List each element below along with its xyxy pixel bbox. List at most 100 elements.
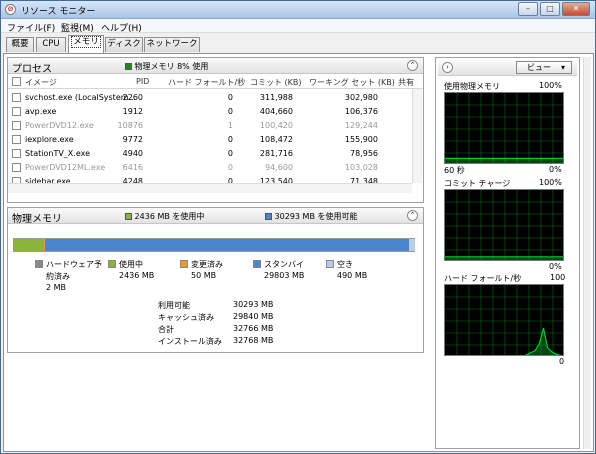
row-checkbox[interactable] bbox=[12, 121, 21, 130]
in-use-summary-text: 2436 MB を使用中 bbox=[134, 212, 205, 221]
legend-in-use-value: 2436 MB bbox=[119, 271, 155, 280]
cell-name: PowerDVD12ML.exe bbox=[25, 163, 106, 172]
row-checkbox[interactable] bbox=[12, 149, 21, 158]
col-commit[interactable]: コミット (KB) bbox=[250, 77, 302, 88]
legend-standby-label: スタンバイ bbox=[264, 260, 304, 269]
tab-disk[interactable]: ディスク bbox=[105, 37, 143, 52]
legend-in-use-swatch bbox=[108, 260, 116, 268]
physical-memory-color bbox=[125, 63, 132, 70]
graph-toolbar: › ビュー ▾ bbox=[438, 60, 577, 76]
row-checkbox[interactable] bbox=[12, 107, 21, 116]
legend-hardware-label: ハードウェア予約済み bbox=[46, 260, 102, 281]
table-row[interactable]: iexplore.exe 9772 0 108,472 155,900 bbox=[8, 133, 413, 147]
view-dropdown[interactable]: ビュー ▾ bbox=[516, 61, 572, 74]
cell-pid: 4940 bbox=[122, 149, 143, 158]
legend-in-use-label: 使用中 bbox=[119, 260, 143, 269]
cell-ws: 106,376 bbox=[344, 107, 378, 116]
table-row[interactable]: PowerDVD12ML.exe 6416 0 94,600 103,028 bbox=[8, 161, 413, 175]
graph-area bbox=[445, 256, 563, 260]
graph-hard-faults bbox=[444, 284, 564, 356]
tab-overview[interactable]: 概要 bbox=[6, 37, 34, 52]
stat-total-label: 合計 bbox=[158, 325, 174, 334]
graph1-time: 60 秒 bbox=[444, 166, 465, 175]
collapse-process-button[interactable]: ⌃ bbox=[407, 60, 418, 71]
cell-commit: 108,472 bbox=[259, 135, 293, 144]
graph-commit-charge bbox=[444, 189, 564, 261]
tab-cpu[interactable]: CPU bbox=[36, 37, 66, 52]
graph1-min: 0% bbox=[549, 165, 562, 174]
cell-commit: 404,660 bbox=[259, 107, 293, 116]
tab-memory-label: メモリ bbox=[71, 36, 101, 48]
cell-hf: 0 bbox=[227, 107, 233, 116]
cell-commit: 281,716 bbox=[259, 149, 293, 158]
title-bar: ⊘ リソース モニター – □ ✕ bbox=[1, 1, 595, 19]
minimize-button[interactable]: – bbox=[518, 2, 538, 16]
graph-area bbox=[445, 158, 563, 163]
collapse-memory-button[interactable]: ⌃ bbox=[407, 210, 418, 221]
row-checkbox[interactable] bbox=[12, 135, 21, 144]
legend-hardware-swatch bbox=[35, 260, 43, 268]
cell-ws: 78,956 bbox=[350, 149, 378, 158]
row-checkbox[interactable] bbox=[12, 93, 21, 102]
in-use-color bbox=[125, 213, 132, 220]
menu-help[interactable]: ヘルプ(H) bbox=[101, 21, 142, 34]
process-summary: 物理メモリ 8% 使用 bbox=[125, 61, 208, 72]
process-horizontal-scrollbar[interactable] bbox=[8, 183, 412, 193]
table-row[interactable]: StationTV_X.exe 4940 0 281,716 78,956 bbox=[8, 147, 413, 161]
tab-memory[interactable]: メモリ bbox=[68, 35, 104, 53]
physical-memory-section: 物理メモリ 2436 MB を使用中 30293 MB を使用可能 ⌃ ハードウ… bbox=[7, 207, 424, 353]
table-row[interactable]: avp.exe 1912 0 404,660 106,376 bbox=[8, 105, 413, 119]
memory-header[interactable]: 物理メモリ 2436 MB を使用中 30293 MB を使用可能 ⌃ bbox=[8, 208, 423, 225]
tab-strip: 概要 CPU メモリ ディスク ネットワーク bbox=[1, 34, 595, 54]
available-summary-text: 30293 MB を使用可能 bbox=[274, 212, 358, 221]
cell-pid: 6416 bbox=[122, 163, 143, 172]
stat-total-value: 32766 MB bbox=[233, 324, 274, 333]
graph2-min: 0% bbox=[549, 262, 562, 271]
stat-cached-value: 29840 MB bbox=[233, 312, 274, 321]
cell-pid: 9772 bbox=[122, 135, 143, 144]
tab-network[interactable]: ネットワーク bbox=[144, 37, 200, 52]
cell-pid: 2260 bbox=[122, 93, 143, 102]
view-dropdown-label: ビュー bbox=[527, 63, 551, 72]
left-pane: プロセス 物理メモリ 8% 使用 ⌃ イメージ PID ハード フォールト/秒 … bbox=[7, 57, 424, 449]
process-vertical-scrollbar[interactable] bbox=[412, 89, 422, 183]
cell-commit: 100,420 bbox=[259, 121, 293, 130]
graph2-max: 100% bbox=[539, 178, 562, 187]
cell-name: iexplore.exe bbox=[25, 135, 74, 144]
legend-hardware-value: 2 MB bbox=[46, 283, 67, 292]
cell-hf: 0 bbox=[227, 135, 233, 144]
table-row[interactable]: PowerDVD12.exe 10876 1 100,420 129,244 bbox=[8, 119, 413, 133]
col-pid[interactable]: PID bbox=[136, 77, 149, 86]
process-header[interactable]: プロセス 物理メモリ 8% 使用 ⌃ bbox=[8, 58, 423, 75]
maximize-button[interactable]: □ bbox=[540, 2, 560, 16]
select-all-checkbox[interactable] bbox=[12, 77, 21, 86]
right-scrollbar[interactable] bbox=[583, 57, 591, 449]
process-summary-text: 物理メモリ 8% 使用 bbox=[134, 62, 209, 71]
col-working-set[interactable]: ワーキング セット (KB) bbox=[309, 77, 395, 88]
collapse-graphs-button[interactable]: › bbox=[442, 62, 453, 73]
menu-monitor[interactable]: 監視(M) bbox=[61, 21, 94, 34]
stat-installed-label: インストール済み bbox=[158, 337, 222, 346]
menu-file[interactable]: ファイル(F) bbox=[7, 21, 55, 34]
graph3-min: 0 bbox=[559, 357, 565, 366]
chevron-down-icon: ▾ bbox=[561, 63, 566, 72]
stat-cached-label: キャッシュ済み bbox=[158, 313, 214, 322]
col-shared[interactable]: 共有 bbox=[398, 77, 414, 88]
memory-bar-free bbox=[408, 239, 415, 251]
cell-name: StationTV_X.exe bbox=[25, 149, 91, 158]
stat-available-value: 30293 MB bbox=[233, 300, 274, 309]
legend-free-swatch bbox=[326, 260, 334, 268]
row-checkbox[interactable] bbox=[12, 163, 21, 172]
cell-commit: 311,988 bbox=[259, 93, 293, 102]
legend-standby-value: 29803 MB bbox=[264, 271, 305, 280]
available-color bbox=[265, 213, 272, 220]
table-row[interactable]: svchost.exe (LocalSystem... 2260 0 311,988 3… bbox=[8, 91, 413, 105]
cell-commit: 94,600 bbox=[265, 163, 293, 172]
graph-physical-memory bbox=[444, 92, 564, 164]
cell-hf: 0 bbox=[227, 149, 233, 158]
process-title: プロセス bbox=[12, 64, 52, 75]
close-button[interactable]: ✕ bbox=[562, 2, 590, 16]
col-hard-faults[interactable]: ハード フォールト/秒 bbox=[168, 77, 245, 88]
col-image[interactable]: イメージ bbox=[25, 77, 57, 88]
cell-hf: 0 bbox=[227, 163, 233, 172]
